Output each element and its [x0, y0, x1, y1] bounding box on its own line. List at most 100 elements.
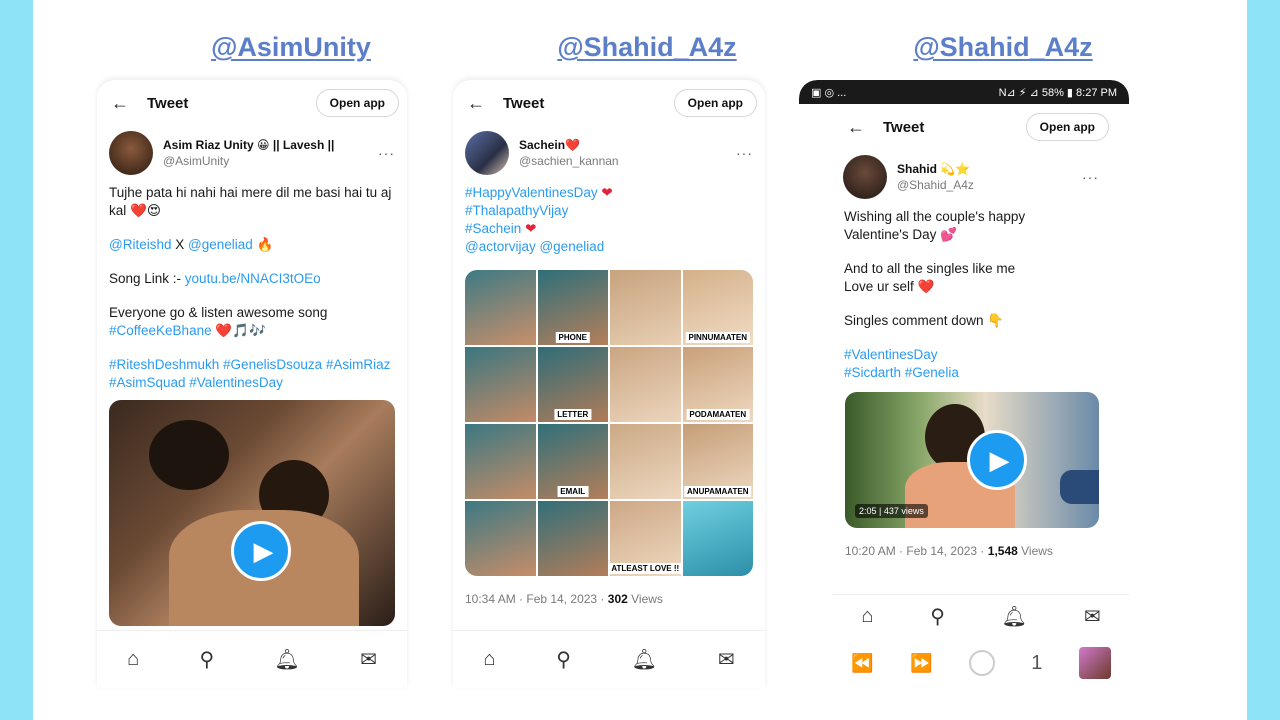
bottom-nav: ⌂ ⚲ 🔔︎ ✉ — [97, 630, 407, 688]
meme-cell: LETTER — [537, 347, 608, 422]
video-badge: 2:05 | 437 views — [855, 504, 928, 518]
avatar[interactable] — [465, 131, 509, 175]
back-arrow-icon[interactable]: ← — [111, 93, 147, 114]
more-icon[interactable]: ··· — [736, 145, 753, 161]
meme-cell: PINNUMAATEN — [682, 270, 753, 345]
home-circle-icon[interactable] — [968, 650, 995, 676]
avatar[interactable] — [843, 155, 887, 199]
hashtag-link[interactable]: #Sachein — [465, 221, 521, 236]
open-app-button[interactable]: Open app — [1025, 113, 1109, 141]
tweet-header: ← Tweet Open app — [453, 80, 765, 126]
fast-forward-icon[interactable]: ⏩ — [910, 653, 932, 674]
tweet-title: Tweet — [147, 94, 189, 112]
display-name[interactable]: Shahid 💫⭐ — [897, 162, 1082, 176]
text-line: Singles comment down 👇 — [844, 313, 1005, 328]
meme-image[interactable]: PHONE PINNUMAATEN LETTER PODAMAATEN EMAI… — [465, 270, 753, 576]
figure-shape — [149, 420, 229, 490]
bottom-nav: ⌂ ⚲ 🔔︎ ✉ — [453, 630, 765, 688]
meme-cell: PHONE — [537, 270, 608, 345]
tweet-title: Tweet — [883, 118, 925, 136]
search-icon[interactable]: ⚲ — [556, 647, 571, 672]
hashtag-link[interactable]: #ValentinesDay — [844, 347, 938, 362]
text-line: Love ur self ❤️ — [844, 279, 935, 294]
mail-icon[interactable]: ✉ — [360, 647, 377, 672]
meme-cell — [465, 501, 536, 576]
avatar[interactable] — [109, 131, 153, 175]
open-app-button[interactable]: Open app — [673, 89, 757, 117]
handle-shahid-1[interactable]: @Shahid_A4z — [497, 32, 797, 63]
meme-cell — [610, 424, 681, 499]
hashtag-link[interactable]: #ThalapathyVijay — [465, 203, 568, 218]
tweet-author: Asim Riaz Unity 😀 || Lavesh || @AsimUnit… — [97, 126, 407, 176]
play-button[interactable]: ▶ — [967, 430, 1027, 490]
home-icon[interactable]: ⌂ — [861, 605, 873, 628]
video-thumbnail[interactable]: ▶ — [109, 400, 395, 626]
mail-icon[interactable]: ✉ — [718, 647, 735, 672]
emoji: ❤️🎵🎶 — [215, 323, 266, 338]
handle-shahid-2[interactable]: @Shahid_A4z — [853, 32, 1153, 63]
status-right: N⊿ ⚡ ⊿ 58% ▮ 8:27 PM — [998, 86, 1117, 99]
meme-cell: ATLEAST LOVE !! — [608, 501, 683, 576]
home-icon[interactable]: ⌂ — [127, 648, 139, 671]
back-arrow-icon[interactable]: ← — [467, 93, 503, 114]
meme-caption: ANUPAMAATEN — [684, 486, 752, 497]
meme-caption: LETTER — [554, 409, 592, 420]
profile-thumbnail[interactable] — [1078, 647, 1111, 679]
display-name[interactable]: Asim Riaz Unity 😀 || Lavesh || — [163, 138, 378, 152]
tweet-title: Tweet — [503, 94, 545, 112]
video-thumbnail[interactable]: ▶ 2:05 | 437 views — [845, 392, 1099, 528]
back-arrow-icon[interactable]: ← — [847, 117, 883, 138]
mention-link[interactable]: @Riteishd — [109, 237, 171, 252]
meme-cell — [537, 501, 608, 576]
meme-caption: PHONE — [555, 332, 590, 343]
tweet-card-1: ← Tweet Open app Asim Riaz Unity 😀 || La… — [97, 80, 407, 688]
display-name[interactable]: Sachein❤️ — [519, 138, 736, 152]
more-icon[interactable]: ··· — [1082, 169, 1099, 185]
meme-cell — [682, 501, 753, 576]
heart-emoji: ❤ — [601, 185, 613, 200]
song-link[interactable]: youtu.be/NNACI3tOEo — [185, 271, 321, 286]
meme-cell — [610, 270, 681, 345]
open-app-button[interactable]: Open app — [315, 89, 399, 117]
emoji: ❤️😍 — [130, 203, 161, 218]
rewind-icon[interactable]: ⏪ — [851, 653, 873, 674]
play-button[interactable]: ▶ — [231, 521, 291, 581]
home-icon[interactable]: ⌂ — [483, 648, 495, 671]
bell-icon[interactable]: 🔔︎ — [1002, 604, 1027, 629]
hashtag-link[interactable]: #HappyValentinesDay — [465, 185, 598, 200]
tweet-text: #HappyValentinesDay ❤ #ThalapathyVijay #… — [453, 176, 765, 270]
text-line: Wishing all the couple's happy Valentine… — [844, 209, 1026, 242]
status-left: ▣ ◎ ... — [811, 86, 847, 99]
username[interactable]: @AsimUnity — [163, 154, 378, 168]
username[interactable]: @Shahid_A4z — [897, 178, 1082, 192]
search-icon[interactable]: ⚲ — [199, 647, 214, 672]
mail-icon[interactable]: ✉ — [1084, 604, 1101, 629]
text-line: And to all the singles like me — [844, 261, 1016, 276]
tweet-header: ← Tweet Open app — [97, 80, 407, 126]
meme-cell: ANUPAMAATEN — [682, 424, 753, 499]
car-shape — [1060, 470, 1099, 504]
meme-cell — [465, 347, 536, 422]
hashtag-link[interactable]: #CoffeeKeBhane — [109, 323, 212, 338]
hashtag-links[interactable]: #Sicdarth #Genelia — [844, 365, 959, 380]
view-count: 1,548 — [987, 544, 1018, 558]
bell-icon[interactable]: 🔔︎ — [632, 647, 657, 672]
handle-asimunity[interactable]: @AsimUnity — [141, 32, 441, 63]
search-icon[interactable]: ⚲ — [930, 604, 945, 629]
tweet-header: ← Tweet Open app — [799, 104, 1129, 150]
bell-icon[interactable]: 🔔︎ — [274, 647, 299, 672]
username[interactable]: @sachien_kannan — [519, 154, 736, 168]
meme-cell: EMAIL — [537, 424, 608, 499]
mention-link[interactable]: @geneliad — [188, 237, 253, 252]
mention-links[interactable]: @actorvijay @geneliad — [465, 239, 604, 254]
more-icon[interactable]: ··· — [378, 145, 395, 161]
song-label: Song Link :- — [109, 271, 185, 286]
hashtag-links[interactable]: #RiteshDeshmukh #GenelisDsouza #AsimRiaz… — [109, 357, 390, 390]
tweet-meta: 10:20 AM · Feb 14, 2023 · 1,548 Views — [799, 544, 1129, 558]
meme-cell — [465, 270, 536, 345]
tab-count[interactable]: 1 — [1031, 652, 1042, 675]
browser-toolbar: ⏪ ⏩ 1 — [833, 638, 1129, 688]
view-count: 302 — [607, 592, 628, 606]
meme-caption: EMAIL — [557, 486, 589, 497]
views-label: Views — [627, 592, 663, 606]
